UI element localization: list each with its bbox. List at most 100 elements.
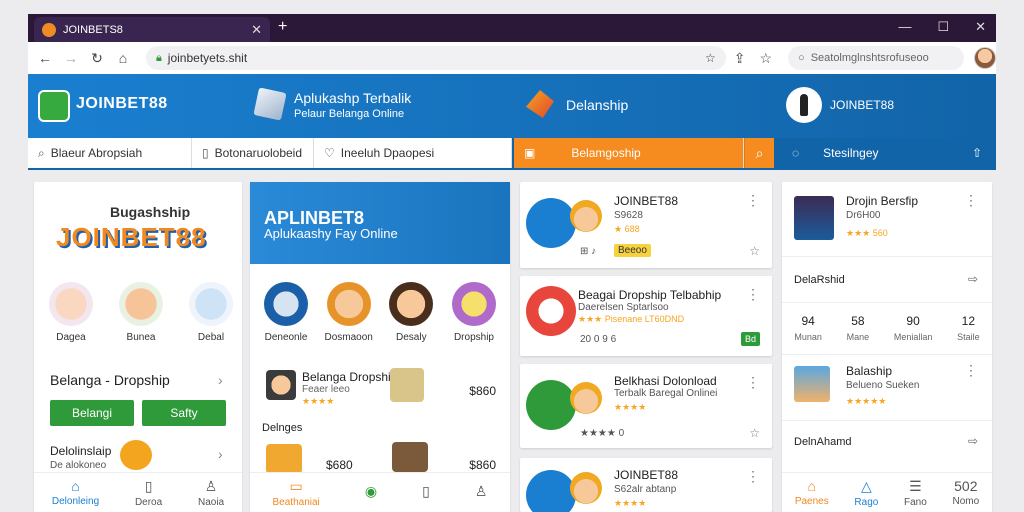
filter-tab-2[interactable]: ▯ Botonaruolobeid: [192, 138, 314, 168]
category-item[interactable]: Dropship: [446, 282, 502, 343]
export-icon[interactable]: ⇧: [972, 146, 982, 160]
divider: [782, 256, 992, 257]
nav-home[interactable]: ⌂ Paenes: [795, 478, 829, 507]
filter-tab-1[interactable]: ⌕ Blaeur Abropsiah: [28, 138, 192, 168]
nav-orders[interactable]: ▯ Deroa: [135, 478, 162, 508]
close-tab-icon[interactable]: ✕: [251, 22, 262, 38]
profile-icon[interactable]: [786, 87, 822, 123]
category-icon: [119, 282, 163, 326]
nav-label: Rago: [854, 496, 879, 508]
browser-tab[interactable]: JOINBETS8 ✕: [34, 17, 270, 42]
more-icon[interactable]: ⋮: [746, 468, 760, 485]
item-title[interactable]: Drojin Bersfip: [846, 194, 918, 208]
nav-more[interactable]: 502 Nomo: [952, 478, 979, 507]
nav-profile[interactable]: ♙ Naoia: [198, 478, 224, 508]
forward-icon[interactable]: →: [58, 50, 84, 66]
brand-tagline: Bugashship: [110, 204, 191, 220]
app-icon: [526, 286, 576, 336]
category-label: Dropship: [453, 332, 494, 343]
share-icon[interactable]: ☆: [749, 426, 760, 440]
app-card[interactable]: Beagai Dropship Telbabhip Daerelsen Spta…: [520, 276, 772, 356]
safty-button[interactable]: Safty: [142, 400, 226, 426]
site-logo[interactable]: JOINBET88: [76, 95, 168, 113]
app-title: JOINBET88: [614, 468, 679, 482]
share-icon[interactable]: ⇪: [734, 50, 746, 67]
divider: [782, 302, 992, 303]
home-icon[interactable]: ⌂: [110, 50, 136, 66]
settings-area[interactable]: ◌ Stesilngey ⇧: [788, 138, 996, 168]
hero-title: Aplukashp Terbalik: [294, 90, 412, 106]
heart-icon: ♡: [324, 146, 335, 160]
app-card[interactable]: JOINBET88 S62alr abtanp ★★★★ ⋮: [520, 458, 772, 512]
category-item[interactable]: Desaly: [383, 282, 439, 343]
chevron-right-icon[interactable]: ›: [218, 372, 223, 388]
bookmark-star-icon[interactable]: ☆: [705, 51, 716, 65]
app-card-list: JOINBET88 S9628 ★ 688 ⋮ ⊞ ♪ Beeoo ☆ Beag…: [520, 182, 772, 512]
nav-list[interactable]: ☰ Fano: [904, 478, 927, 508]
item-sub: Belueno Sueken: [846, 380, 920, 391]
chevron-right-icon[interactable]: ›: [218, 446, 223, 462]
close-window-icon[interactable]: ✕: [975, 19, 986, 35]
product-thumbnail: [266, 370, 296, 400]
nav-location[interactable]: ◉: [365, 483, 377, 502]
url-text: joinbetyets.shit: [167, 51, 248, 65]
new-tab-button[interactable]: +: [278, 18, 287, 36]
section-heading[interactable]: Belanga - Dropship: [50, 372, 170, 388]
belangi-button[interactable]: Belangi: [50, 400, 134, 426]
product-price: $860: [469, 384, 496, 398]
stats-row: 94 Munan 58 Mane 90 Meniallan 12 Staile: [782, 314, 992, 342]
filter-tab-4[interactable]: ▣ Belamgoship: [514, 138, 744, 168]
app-tag: Beeoo: [614, 244, 651, 257]
share-icon[interactable]: ⇨: [968, 434, 978, 448]
section-label[interactable]: DelaRshid: [794, 274, 845, 286]
more-icon[interactable]: ⋮: [746, 374, 760, 391]
category-item[interactable]: Dosmaoon: [321, 282, 377, 343]
app-sub: Daerelsen Sptarlsoo: [578, 302, 669, 313]
section-label[interactable]: DelnAhamd: [794, 436, 851, 448]
category-link[interactable]: Delanship: [566, 97, 628, 113]
stat-item: 94 Munan: [794, 314, 822, 342]
nav-label: Paenes: [794, 496, 829, 507]
category-icon: [389, 282, 434, 326]
url-input[interactable]: 🔒︎ joinbetyets.shit ☆: [145, 46, 726, 70]
maximize-icon[interactable]: ☐: [937, 19, 949, 35]
share-icon[interactable]: ⇨: [968, 272, 978, 286]
filter-tab-3[interactable]: ♡ Ineeluh Dpaopesi: [314, 138, 512, 168]
product-row[interactable]: Belanga Dropship Feaer leeo ★★★★ $860: [266, 368, 496, 408]
category-item[interactable]: Bunea: [118, 282, 164, 343]
item-title[interactable]: Balaship: [846, 364, 892, 378]
list-item-title[interactable]: Delolinslaip: [50, 444, 111, 458]
back-icon[interactable]: ←: [32, 50, 58, 66]
nav-home[interactable]: ▭ Beathaniai: [273, 478, 320, 508]
minimize-icon[interactable]: —: [898, 19, 911, 35]
more-icon[interactable]: ⋮: [964, 192, 978, 209]
more-icon[interactable]: ⋮: [746, 192, 760, 209]
app-rating: ★★★★: [614, 498, 647, 508]
more-icon[interactable]: ⋮: [746, 286, 760, 303]
filter-tab-3-label: Ineeluh Dpaopesi: [340, 146, 435, 160]
stat-value: 12: [961, 314, 976, 328]
star-icon[interactable]: ☆: [759, 50, 772, 67]
nav-explore[interactable]: △ Rago: [854, 478, 878, 508]
reload-icon[interactable]: ↻: [84, 50, 110, 67]
category-item[interactable]: Dagea: [48, 282, 94, 343]
nav-home[interactable]: ⌂ Delonleing: [52, 478, 99, 507]
browser-search-input[interactable]: ○ Seatolmglnshtsrofuseoo: [788, 46, 964, 70]
stat-label: Staile: [957, 332, 980, 342]
promo-banner[interactable]: APLINBET8 Aplukaashy Fay Online: [250, 182, 510, 264]
more-icon[interactable]: ⋮: [964, 362, 978, 379]
profile-avatar[interactable]: [973, 47, 996, 69]
category-item[interactable]: Deneonle: [258, 282, 314, 343]
category-item[interactable]: Debal: [188, 282, 234, 343]
nav-label: Delonleing: [51, 496, 100, 507]
logo-icon[interactable]: [38, 90, 70, 122]
search-button[interactable]: ⌕: [744, 138, 774, 168]
nav-profile[interactable]: ♙: [475, 483, 488, 502]
nav-docs[interactable]: ▯: [422, 483, 430, 502]
share-icon[interactable]: ☆: [749, 244, 760, 258]
product-row[interactable]: $680 $860: [266, 440, 496, 474]
app-card[interactable]: JOINBET88 S9628 ★ 688 ⋮ ⊞ ♪ Beeoo ☆: [520, 182, 772, 268]
divider: [782, 420, 992, 421]
profile-name[interactable]: JOINBET88: [830, 98, 894, 112]
app-card[interactable]: Belkhasi Dolonload Terbalk Baregal Onlin…: [520, 364, 772, 448]
